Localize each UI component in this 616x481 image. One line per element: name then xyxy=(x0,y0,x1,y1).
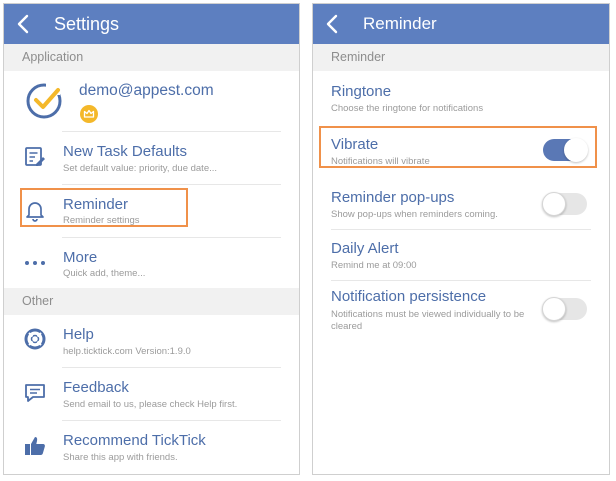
item-subtitle: Show pop-ups when reminders coming. xyxy=(331,209,498,220)
toggle-knob xyxy=(542,192,566,216)
page-title: Reminder xyxy=(363,14,437,33)
list-item-reminder[interactable]: Reminder Reminder settings xyxy=(4,185,299,237)
account-row[interactable]: demo@appest.com xyxy=(4,71,299,131)
back-button[interactable] xyxy=(4,4,42,44)
list-item-ringtone[interactable]: Ringtone Choose the ringtone for notific… xyxy=(313,71,609,124)
bell-icon xyxy=(26,202,44,222)
item-title: Ringtone xyxy=(331,83,392,100)
list-item-help[interactable]: Help help.ticktick.com Version:1.9.0 xyxy=(4,315,299,367)
back-arrow-icon xyxy=(326,14,338,34)
reminder-popups-toggle[interactable] xyxy=(542,192,587,216)
toggle-knob xyxy=(564,138,588,162)
list-item-more[interactable]: More Quick add, theme... xyxy=(4,238,299,288)
vibrate-toggle[interactable] xyxy=(543,138,588,162)
settings-screen: Settings Application demo@appest.com New… xyxy=(3,3,300,475)
item-subtitle-line2: cleared xyxy=(331,321,363,332)
item-subtitle: help.ticktick.com Version:1.9.0 xyxy=(63,346,191,357)
item-title: Recommend TickTick xyxy=(63,432,206,449)
chat-feedback-icon xyxy=(25,384,45,402)
item-subtitle: Choose the ringtone for notifications xyxy=(331,103,484,114)
toggle-knob xyxy=(542,297,566,321)
item-title: Reminder pop-ups xyxy=(331,189,455,206)
item-title: Vibrate xyxy=(331,136,379,153)
item-title: Reminder xyxy=(63,196,129,213)
list-item-recommend[interactable]: Recommend TickTick Share this app with f… xyxy=(4,421,299,473)
item-title: Daily Alert xyxy=(331,240,399,257)
account-email: demo@appest.com xyxy=(79,82,214,99)
item-title: More xyxy=(63,249,98,266)
section-header-other: Other xyxy=(4,288,299,315)
page-title: Settings xyxy=(54,13,120,34)
thumbs-up-icon xyxy=(25,437,45,455)
item-subtitle: Quick add, theme... xyxy=(63,268,146,279)
list-item-vibrate[interactable]: Vibrate Notifications will vibrate xyxy=(313,124,609,179)
list-item-reminder-popups[interactable]: Reminder pop-ups Show pop-ups when remin… xyxy=(313,179,609,229)
item-subtitle: Remind me at 09:00 xyxy=(331,260,417,271)
item-subtitle: Share this app with friends. xyxy=(63,452,178,463)
list-item-notification-persistence[interactable]: Notification persistence Notifications m… xyxy=(313,281,609,341)
item-title: Help xyxy=(63,326,94,343)
section-header-reminder: Reminder xyxy=(313,44,609,71)
item-subtitle-line1: Notifications must be viewed individuall… xyxy=(331,309,525,320)
list-item-new-task-defaults[interactable]: New Task Defaults Set default value: pri… xyxy=(4,132,299,184)
back-arrow-icon xyxy=(17,14,29,34)
more-dots-icon xyxy=(25,261,45,265)
list-item-feedback[interactable]: Feedback Send email to us, please check … xyxy=(4,368,299,420)
notification-persistence-toggle[interactable] xyxy=(542,297,587,321)
item-subtitle: Set default value: priority, due date... xyxy=(63,163,218,174)
item-title: Notification persistence xyxy=(331,288,487,305)
settings-app-bar: Settings xyxy=(4,4,299,44)
item-title: Feedback xyxy=(63,379,129,396)
ticktick-logo-icon xyxy=(26,83,62,119)
item-subtitle: Send email to us, please check Help firs… xyxy=(63,399,238,410)
section-header-application: Application xyxy=(4,44,299,71)
item-title: New Task Defaults xyxy=(63,143,187,160)
reminder-app-bar: Reminder xyxy=(313,4,609,44)
item-subtitle: Reminder settings xyxy=(63,215,140,226)
lifebuoy-help-icon xyxy=(24,328,46,350)
reminder-screen: Reminder Reminder Ringtone Choose the ri… xyxy=(312,3,610,475)
premium-crown-icon xyxy=(80,105,98,123)
back-button[interactable] xyxy=(313,4,351,44)
task-list-edit-icon xyxy=(25,147,45,166)
item-subtitle: Notifications will vibrate xyxy=(331,156,430,167)
list-item-daily-alert[interactable]: Daily Alert Remind me at 09:00 xyxy=(313,230,609,280)
